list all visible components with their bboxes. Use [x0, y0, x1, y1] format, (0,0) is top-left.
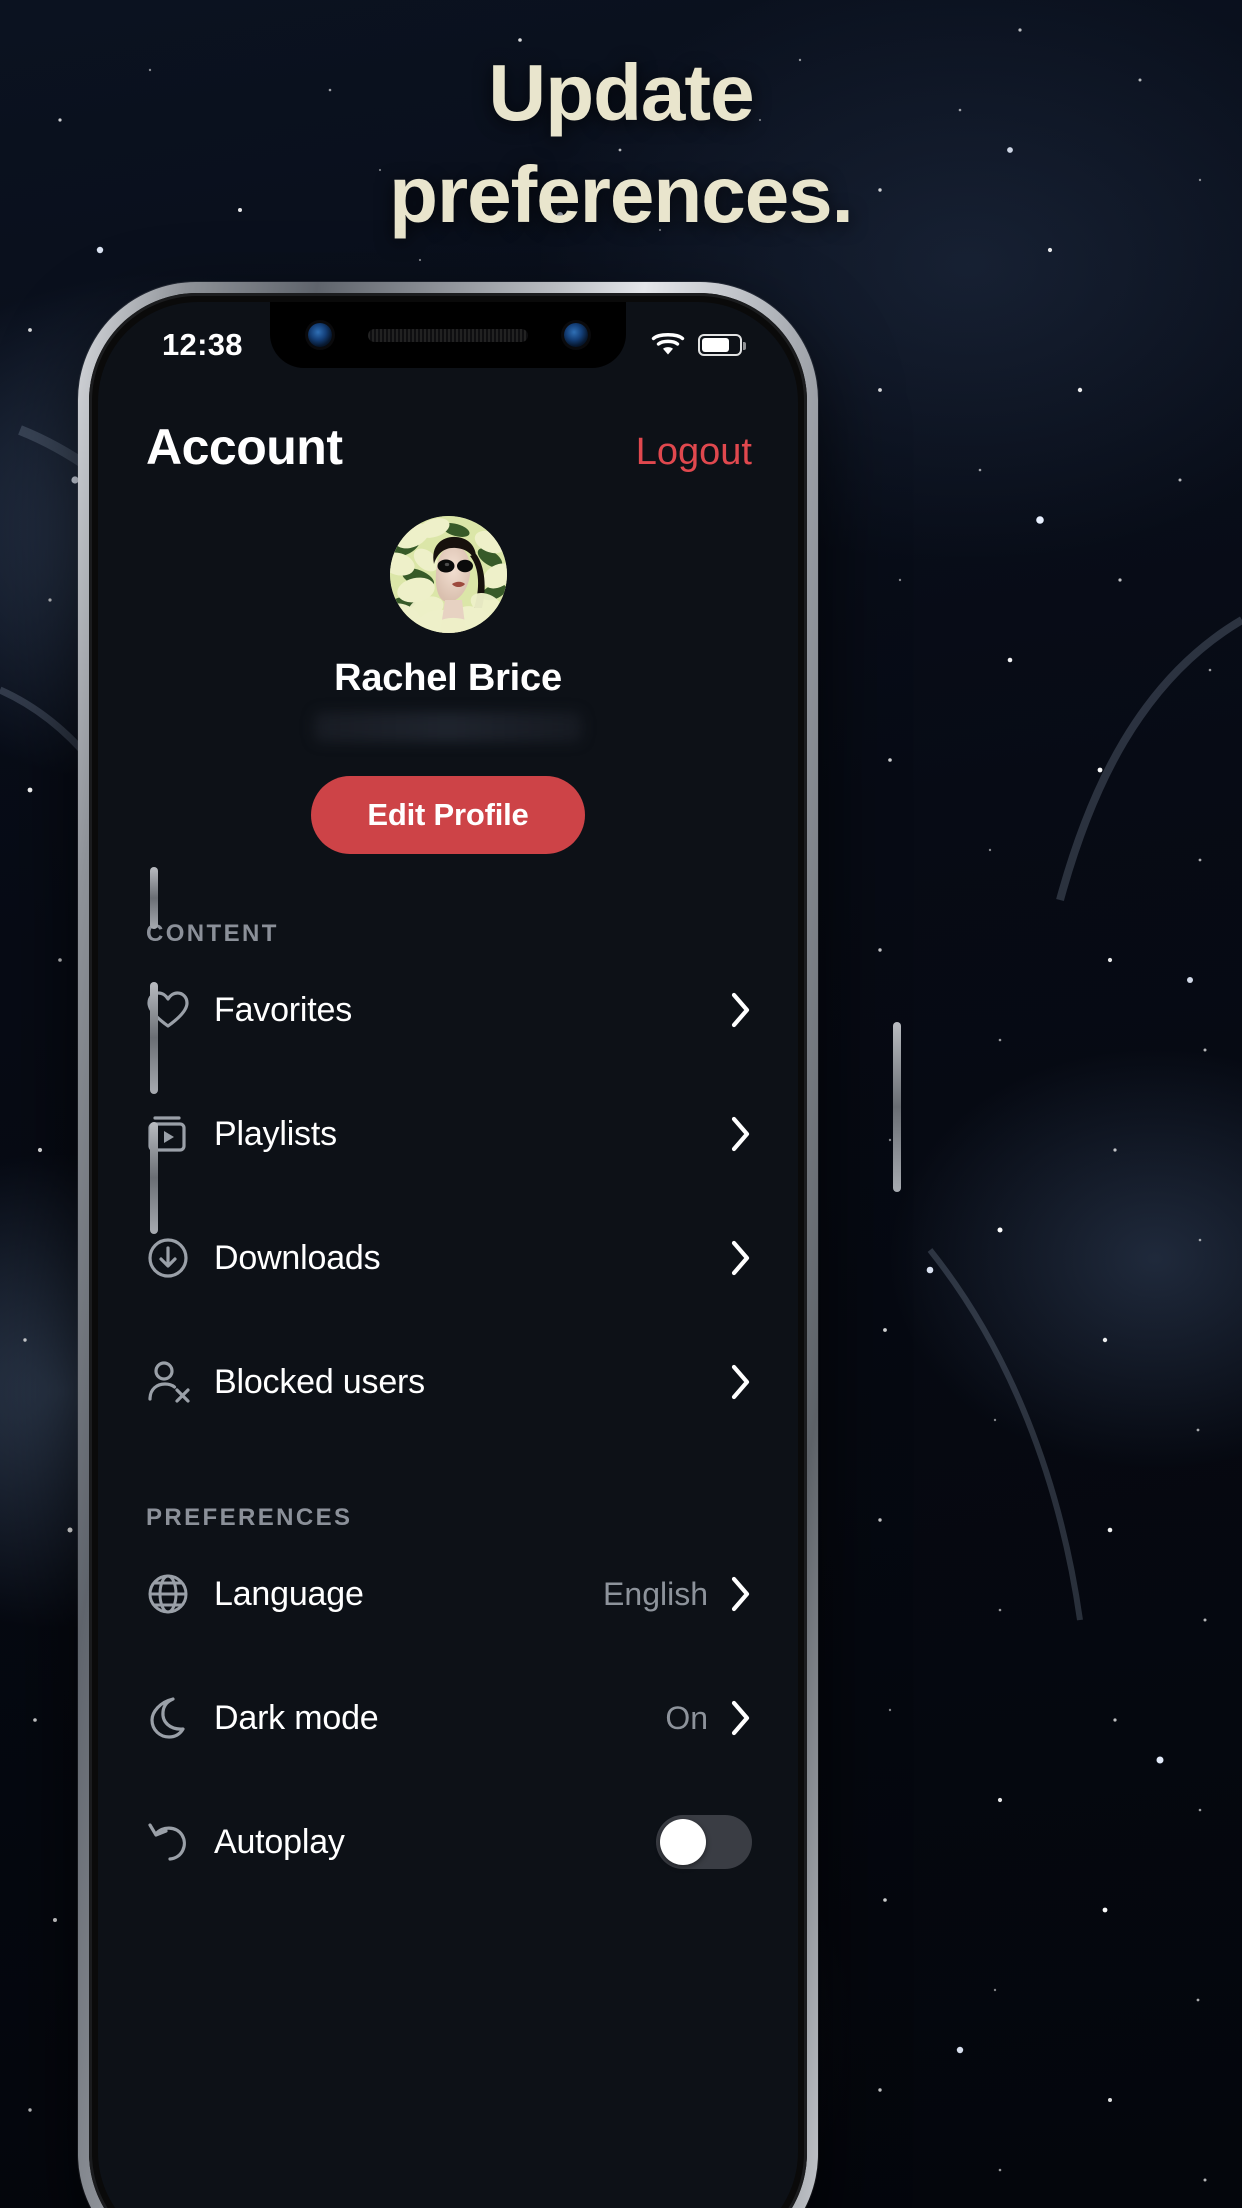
chevron-right-icon — [730, 1363, 752, 1401]
promo-headline: Update preferences. — [0, 42, 1242, 247]
toggle-knob — [660, 1819, 706, 1865]
chevron-right-icon — [730, 1239, 752, 1277]
volume-up-button[interactable] — [150, 982, 158, 1094]
row-label: Downloads — [214, 1238, 381, 1277]
row-label: Blocked users — [214, 1362, 425, 1401]
account-screen: Account Logout Rachel Brice Edit Profile… — [98, 374, 798, 2208]
row-value: On — [665, 1699, 708, 1736]
row-dark-mode[interactable]: Dark mode On — [98, 1656, 798, 1780]
person-block-icon — [146, 1360, 200, 1404]
chevron-right-icon — [730, 991, 752, 1029]
download-icon — [146, 1236, 200, 1280]
replay-icon — [146, 1820, 200, 1864]
phone-mockup: 12:38 Account Logout Rachel Brice Edit P… — [78, 282, 901, 2208]
row-autoplay[interactable]: Autoplay — [98, 1780, 798, 1904]
status-bar-clock: 12:38 — [162, 327, 243, 362]
status-bar: 12:38 — [98, 302, 798, 374]
profile-email-redacted — [314, 712, 582, 742]
avatar-image — [389, 516, 507, 633]
row-value: English — [603, 1575, 708, 1612]
status-bar-indicators — [650, 330, 746, 361]
moon-icon — [146, 1696, 200, 1740]
volume-down-button[interactable] — [150, 1122, 158, 1234]
logout-button[interactable]: Logout — [636, 431, 752, 474]
row-label: Favorites — [214, 990, 353, 1029]
silent-switch[interactable] — [150, 867, 158, 929]
row-label: Language — [214, 1574, 364, 1613]
page-title: Account — [146, 419, 343, 475]
phone-bezel: 12:38 Account Logout Rachel Brice Edit P… — [89, 293, 807, 2208]
battery-icon — [698, 334, 746, 356]
row-blocked-users[interactable]: Blocked users — [98, 1320, 798, 1444]
profile-block: Rachel Brice Edit Profile — [98, 516, 798, 854]
chevron-right-icon — [730, 1115, 752, 1153]
chevron-right-icon — [730, 1699, 752, 1737]
row-label: Dark mode — [214, 1698, 379, 1737]
profile-name: Rachel Brice — [334, 657, 562, 699]
row-playlists[interactable]: Playlists — [98, 1072, 798, 1196]
promo-headline-line1: Update — [488, 48, 754, 137]
wifi-icon — [650, 330, 686, 361]
screen-header: Account Logout — [98, 374, 798, 476]
row-downloads[interactable]: Downloads — [98, 1196, 798, 1320]
edit-profile-button[interactable]: Edit Profile — [311, 776, 585, 854]
row-label: Playlists — [214, 1114, 337, 1153]
row-favorites[interactable]: Favorites — [98, 948, 798, 1072]
power-button[interactable] — [893, 1022, 901, 1192]
section-label-preferences: PREFERENCES — [146, 1504, 353, 1531]
phone-screen: 12:38 Account Logout Rachel Brice Edit P… — [98, 302, 798, 2208]
chevron-right-icon — [730, 1575, 752, 1613]
section-label-content: CONTENT — [146, 920, 279, 947]
avatar[interactable] — [389, 516, 507, 633]
row-label: Autoplay — [214, 1822, 345, 1861]
row-language[interactable]: Language English — [98, 1532, 798, 1656]
globe-icon — [146, 1572, 200, 1616]
promo-headline-line2: preferences. — [389, 150, 854, 240]
autoplay-toggle[interactable] — [656, 1815, 752, 1869]
